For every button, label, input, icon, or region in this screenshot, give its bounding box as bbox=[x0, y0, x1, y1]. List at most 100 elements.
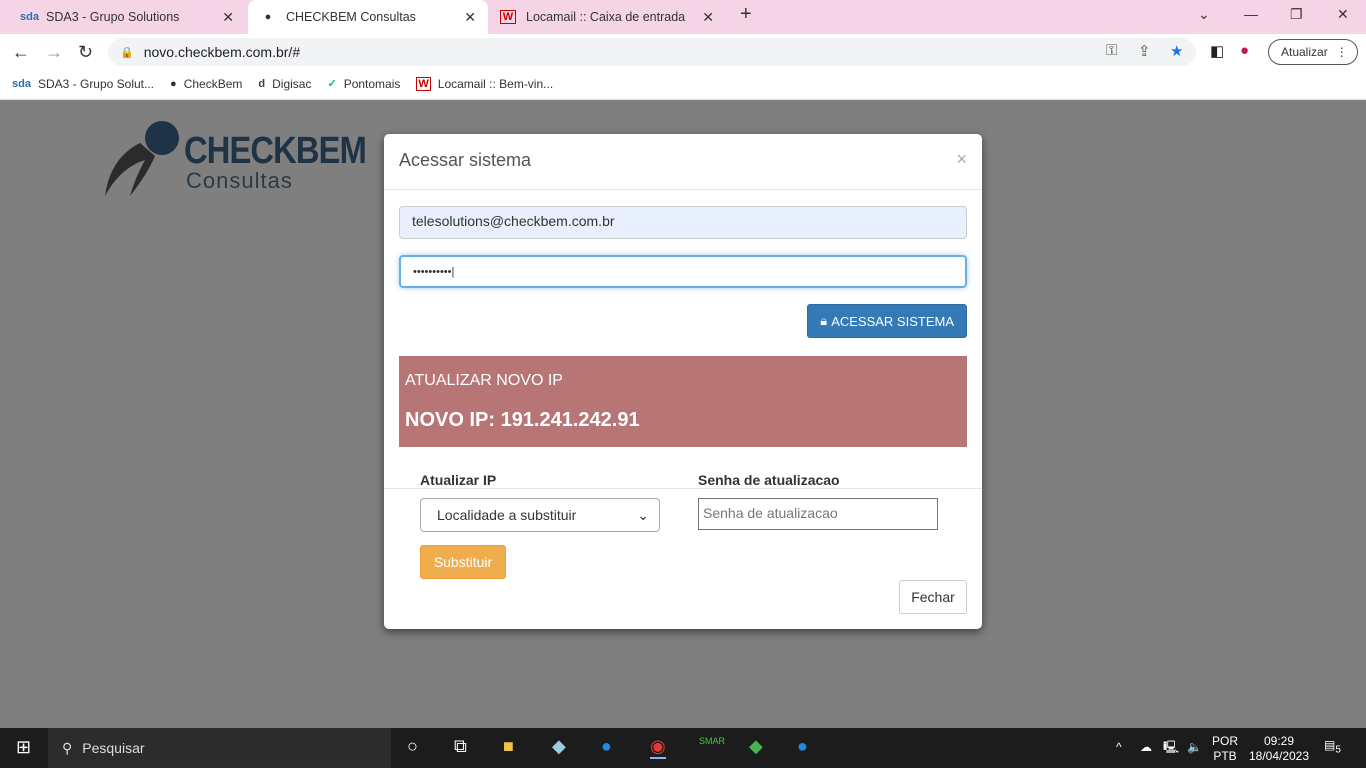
bookmark-pontomais[interactable]: ✓ Pontomais bbox=[327, 77, 400, 91]
lang1: POR bbox=[1212, 734, 1239, 748]
close-window-button[interactable]: ✕ bbox=[1337, 6, 1349, 23]
checkbem-logo: CHECKBEM Consultas bbox=[100, 118, 367, 200]
replace-button[interactable]: Substituir bbox=[420, 545, 506, 579]
file-explorer-icon[interactable]: ■ bbox=[503, 736, 514, 757]
reload-button[interactable]: ↻ bbox=[78, 42, 93, 63]
taskbar: ⊞ ⚲ Pesquisar ○ ⧉ ■ ◆ ● ◉ SMAR ◆ ● ^ ☁ 🖳 … bbox=[0, 728, 1366, 768]
address-bar[interactable]: 🔒 novo.checkbem.com.br/# bbox=[108, 38, 1196, 66]
volume-icon[interactable]: 🔈 bbox=[1187, 740, 1202, 755]
cloud-error-icon[interactable]: ☁ bbox=[1140, 740, 1152, 755]
search-icon: ⚲ bbox=[62, 739, 73, 756]
tab-label: CHECKBEM Consultas bbox=[286, 10, 416, 24]
globe-icon: ● bbox=[264, 11, 272, 23]
close-icon[interactable]: × bbox=[956, 149, 967, 170]
password-value: •••••••••• bbox=[413, 266, 452, 278]
lock-icon: 🔒︎ bbox=[820, 313, 828, 328]
alert-title: ATUALIZAR NOVO IP bbox=[405, 372, 563, 389]
modal-title: Acessar sistema bbox=[384, 134, 982, 190]
clock[interactable]: 09:29 18/04/2023 bbox=[1248, 734, 1310, 764]
update-pw-label: Senha de atualizacao bbox=[698, 472, 840, 488]
bookmark-label: Pontomais bbox=[343, 76, 401, 91]
key-icon[interactable]: ⚿ bbox=[1106, 42, 1117, 59]
smar-app-icon[interactable]: SMAR bbox=[699, 736, 725, 746]
bookmarks-bar: sda SDA3 - Grupo Solut... ● CheckBem d Digi… bbox=[0, 68, 1366, 100]
close-tab-icon[interactable]: ✕ bbox=[702, 9, 714, 26]
email-field[interactable]: telesolutions@checkbem.com.br bbox=[399, 206, 967, 239]
notifications-icon[interactable]: ▤5 bbox=[1324, 738, 1341, 757]
tab-locamail[interactable]: W Locamail :: Caixa de entrada ✕ bbox=[488, 0, 726, 34]
tab-checkbem[interactable]: ● CHECKBEM Consultas ✕ bbox=[248, 0, 488, 34]
search-label: Pesquisar bbox=[82, 740, 145, 756]
update-label: Atualizar bbox=[1281, 45, 1328, 59]
tab-strip: sda SDA3 - Grupo Solutions ✕ ● CHECKBEM Con… bbox=[0, 0, 1366, 34]
location-select[interactable]: Localidade a substituir ⌄ bbox=[420, 498, 660, 532]
locamail-icon: W bbox=[416, 76, 431, 91]
check-icon: ✓ bbox=[327, 78, 337, 90]
tab-label: SDA3 - Grupo Solutions bbox=[46, 10, 180, 24]
select-value: Localidade a substituir bbox=[437, 507, 577, 523]
login-modal: Acessar sistema × telesolutions@checkbem… bbox=[384, 134, 982, 629]
taskbar-search[interactable]: ⚲ Pesquisar bbox=[48, 728, 391, 768]
divider bbox=[384, 488, 982, 489]
bookmark-locamail[interactable]: W Locamail :: Bem-vin... bbox=[416, 76, 554, 91]
update-ip-label: Atualizar IP bbox=[420, 472, 497, 488]
sda-icon: sda bbox=[20, 11, 39, 23]
url-text: novo.checkbem.com.br/# bbox=[143, 44, 301, 60]
password-field[interactable]: ••••••••••| bbox=[399, 255, 967, 288]
update-password-input[interactable]: Senha de atualizacao bbox=[698, 498, 938, 530]
lock-icon: 🔒 bbox=[120, 46, 134, 59]
sda-icon: sda bbox=[12, 77, 31, 90]
login-label: ACESSAR SISTEMA bbox=[831, 313, 954, 329]
time: 09:29 bbox=[1263, 734, 1295, 748]
close-tab-icon[interactable]: ✕ bbox=[464, 9, 476, 26]
bookmark-digisac[interactable]: d Digisac bbox=[258, 77, 311, 91]
tab-label: Locamail :: Caixa de entrada bbox=[526, 10, 686, 24]
digisac-icon: d bbox=[258, 77, 266, 90]
logo-sub: Consultas bbox=[186, 168, 293, 193]
bookmark-checkbem[interactable]: ● CheckBem bbox=[170, 77, 242, 91]
network-icon[interactable]: 🖳 bbox=[1163, 740, 1179, 755]
ip-alert: ATUALIZAR NOVO IP NOVO IP: 191.241.242.9… bbox=[399, 356, 967, 447]
bookmark-label: SDA3 - Grupo Solut... bbox=[37, 76, 155, 91]
chevron-down-icon: ⌄ bbox=[637, 506, 649, 523]
share-icon[interactable]: ⇪ bbox=[1138, 42, 1151, 60]
tab-sda3[interactable]: sda SDA3 - Grupo Solutions ✕ bbox=[8, 0, 246, 34]
locamail-icon: W bbox=[500, 10, 516, 24]
logo-figure-icon bbox=[105, 121, 179, 196]
logo-brand: CHECKBEM bbox=[184, 130, 367, 172]
language-indicator[interactable]: POR PTB bbox=[1212, 734, 1238, 764]
date: 18/04/2023 bbox=[1248, 749, 1310, 763]
tab-search-icon[interactable]: ⌄ bbox=[1198, 6, 1210, 23]
task-view-icon[interactable]: ⧉ bbox=[454, 736, 467, 757]
forward-button[interactable]: → bbox=[45, 42, 63, 63]
profile-icon[interactable]: ● bbox=[1240, 42, 1249, 59]
app2-icon[interactable]: ◆ bbox=[749, 736, 763, 757]
phone-app-icon[interactable]: ● bbox=[601, 736, 612, 757]
app-icon[interactable]: ◆ bbox=[552, 736, 566, 757]
update-button[interactable]: Atualizar ⋮ bbox=[1268, 39, 1358, 65]
login-button[interactable]: 🔒︎ ACESSAR SISTEMA bbox=[807, 304, 967, 338]
browser-toolbar: ← → ↻ 🔒 novo.checkbem.com.br/# ⚿ ⇪ ★ ◧ ● … bbox=[0, 34, 1366, 68]
bookmark-label: Digisac bbox=[272, 76, 312, 91]
globe-icon: ● bbox=[170, 77, 177, 90]
side-panel-icon[interactable]: ◧ bbox=[1210, 42, 1224, 60]
restore-button[interactable]: ❐ bbox=[1290, 6, 1303, 23]
bookmark-label: CheckBem bbox=[183, 76, 243, 91]
minimize-button[interactable]: — bbox=[1244, 6, 1258, 22]
phone-app2-icon[interactable]: ● bbox=[797, 736, 808, 757]
menu-icon: ⋮ bbox=[1335, 45, 1348, 59]
back-button[interactable]: ← bbox=[12, 42, 30, 63]
alert-ip: NOVO IP: 191.241.242.91 bbox=[405, 409, 640, 431]
bookmark-star-icon[interactable]: ★ bbox=[1170, 42, 1183, 60]
close-tab-icon[interactable]: ✕ bbox=[222, 9, 234, 26]
bookmark-sda3[interactable]: sda SDA3 - Grupo Solut... bbox=[12, 77, 154, 91]
new-tab-button[interactable]: + bbox=[740, 3, 752, 26]
cortana-icon[interactable]: ○ bbox=[407, 736, 418, 757]
bookmark-label: Locamail :: Bem-vin... bbox=[437, 76, 554, 91]
close-button[interactable]: Fechar bbox=[899, 580, 967, 614]
chrome-icon[interactable]: ◉ bbox=[650, 736, 666, 759]
tray-chevron-icon[interactable]: ^ bbox=[1116, 740, 1122, 755]
lang2: PTB bbox=[1213, 749, 1237, 763]
windows-start-icon[interactable]: ⊞ bbox=[16, 737, 31, 758]
notification-count: 5 bbox=[1335, 744, 1341, 756]
